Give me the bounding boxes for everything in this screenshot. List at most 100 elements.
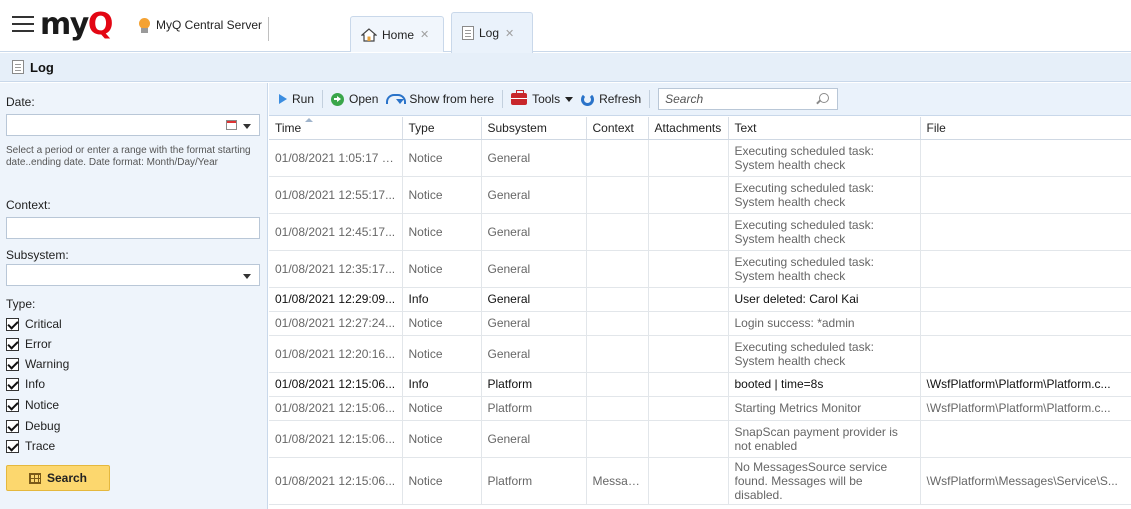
filter-panel: Date: Select a period or enter a range w… — [0, 83, 268, 509]
cell-type: Notice — [402, 420, 482, 458]
cell-time: 01/08/2021 12:45:17... — [269, 213, 403, 251]
run-button[interactable]: Run — [279, 92, 314, 106]
column-header-context[interactable]: Context — [586, 117, 649, 140]
menu-icon[interactable] — [12, 16, 34, 32]
log-toolbar: Run Open Show from here Tools Refresh — [269, 83, 1131, 116]
cell-time: 01/08/2021 12:27:24... — [269, 311, 403, 336]
cell-subsystem: General — [481, 176, 587, 214]
tab-log[interactable]: Log ✕ — [451, 12, 533, 53]
checkbox-checked[interactable] — [6, 419, 19, 433]
checkbox-label: Warning — [25, 357, 70, 371]
checkbox-checked[interactable] — [6, 377, 19, 391]
column-header-text[interactable]: Text — [728, 117, 921, 140]
type-checkbox-notice[interactable]: Notice — [6, 398, 59, 412]
table-row[interactable]: 01/08/2021 12:29:09... Info General User… — [269, 287, 1131, 312]
cell-file — [920, 287, 1131, 312]
cell-time: 01/08/2021 12:15:06... — [269, 420, 403, 458]
myq-logo: myQ — [40, 7, 113, 42]
column-header-file[interactable]: File — [920, 117, 1131, 140]
cell-time: 01/08/2021 12:20:16... — [269, 335, 403, 373]
table-row[interactable]: 01/08/2021 12:15:06... Notice Platform S… — [269, 396, 1131, 421]
cell-context — [586, 176, 649, 214]
log-search-input[interactable] — [665, 92, 816, 106]
cell-context: Messages — [586, 457, 649, 505]
cell-file — [920, 420, 1131, 458]
checkbox-label: Trace — [25, 439, 56, 453]
table-row[interactable]: 01/08/2021 12:15:06... Info Platform boo… — [269, 372, 1131, 397]
refresh-icon — [581, 92, 595, 106]
type-label: Type: — [6, 297, 36, 311]
table-row[interactable]: 01/08/2021 12:15:06... Notice General Sn… — [269, 420, 1131, 458]
cell-file: \WsfPlatform\Platform\Platform.c... — [920, 372, 1131, 397]
chevron-down-icon[interactable] — [243, 274, 251, 279]
show-from-here-label: Show from here — [409, 92, 495, 106]
cell-attachments — [648, 311, 729, 336]
cell-subsystem: General — [481, 420, 587, 458]
cell-text: Executing scheduled task: System health … — [728, 250, 921, 288]
date-field[interactable] — [6, 114, 260, 136]
type-checkbox-warning[interactable]: Warning — [6, 357, 69, 371]
type-checkbox-critical[interactable]: Critical — [6, 317, 62, 331]
cell-text-value: Login success: *admin — [734, 316, 855, 330]
checkbox-label: Notice — [25, 398, 60, 412]
type-checkbox-debug[interactable]: Debug — [6, 419, 60, 433]
refresh-label: Refresh — [599, 92, 642, 106]
cell-text: Executing scheduled task: System health … — [728, 139, 921, 177]
cell-text: User deleted: Carol Kai — [728, 287, 921, 312]
refresh-button[interactable]: Refresh — [581, 92, 641, 106]
type-checkbox-error[interactable]: Error — [6, 337, 52, 351]
table-row[interactable]: 01/08/2021 12:35:17... Notice General Ex… — [269, 250, 1131, 288]
checkbox-checked[interactable] — [6, 439, 19, 453]
log-table: Time Type Subsystem Context Attachments … — [269, 117, 1131, 509]
cell-context — [586, 139, 649, 177]
cell-subsystem: General — [481, 287, 587, 312]
column-header-type[interactable]: Type — [402, 117, 482, 140]
checkbox-label: Error — [25, 337, 52, 351]
cell-subsystem: General — [481, 250, 587, 288]
cell-attachments — [648, 372, 729, 397]
type-checkbox-trace[interactable]: Trace — [6, 439, 55, 453]
context-field[interactable] — [6, 217, 260, 239]
cell-type: Notice — [402, 311, 482, 336]
cell-type: Info — [402, 372, 482, 397]
table-row[interactable]: 01/08/2021 1:05:17 P... Notice General E… — [269, 139, 1131, 177]
open-arrow-icon — [331, 92, 345, 106]
checkbox-checked[interactable] — [6, 357, 19, 371]
server-status-icon — [138, 18, 151, 33]
table-row[interactable]: 01/08/2021 12:45:17... Notice General Ex… — [269, 213, 1131, 251]
checkbox-checked[interactable] — [6, 398, 19, 412]
cell-text-value: booted | time=8s — [734, 377, 824, 391]
show-from-here-button[interactable]: Show from here — [386, 92, 494, 106]
cell-subsystem: General — [481, 213, 587, 251]
tab-log-close-icon[interactable]: ✕ — [505, 27, 514, 40]
cell-context — [586, 335, 649, 373]
redirect-arrow-icon — [386, 94, 407, 104]
table-row[interactable]: 01/08/2021 12:27:24... Notice General Lo… — [269, 311, 1131, 336]
cell-time: 01/08/2021 12:15:06... — [269, 372, 403, 397]
calendar-icon[interactable] — [226, 120, 237, 130]
server-indicator[interactable]: MyQ Central Server — [138, 17, 270, 41]
table-row[interactable]: 01/08/2021 12:20:16... Notice General Ex… — [269, 335, 1131, 373]
tab-home-close-icon[interactable]: ✕ — [420, 28, 429, 41]
type-checkbox-info[interactable]: Info — [6, 377, 45, 391]
log-document-icon — [462, 26, 474, 40]
column-header-subsystem[interactable]: Subsystem — [481, 117, 587, 140]
table-row[interactable]: 01/08/2021 12:55:17... Notice General Ex… — [269, 176, 1131, 214]
table-row[interactable]: 01/08/2021 12:15:06... Notice Platform M… — [269, 457, 1131, 505]
checkbox-checked[interactable] — [6, 317, 19, 331]
tools-dropdown[interactable]: Tools — [511, 90, 574, 106]
search-button[interactable]: Search — [6, 465, 110, 491]
tab-home[interactable]: Home ✕ — [350, 16, 444, 52]
search-icon[interactable] — [819, 93, 830, 103]
column-header-time[interactable]: Time — [269, 117, 403, 140]
chevron-down-icon — [565, 96, 574, 102]
cell-time: 01/08/2021 12:35:17... — [269, 250, 403, 288]
chevron-down-icon[interactable] — [243, 124, 251, 129]
subsystem-select[interactable] — [6, 264, 260, 286]
subsystem-label: Subsystem: — [6, 248, 69, 262]
checkbox-checked[interactable] — [6, 337, 19, 351]
page-title: Log — [30, 59, 54, 75]
column-header-attachments[interactable]: Attachments — [648, 117, 729, 140]
cell-context — [586, 372, 649, 397]
open-button[interactable]: Open — [331, 92, 378, 106]
